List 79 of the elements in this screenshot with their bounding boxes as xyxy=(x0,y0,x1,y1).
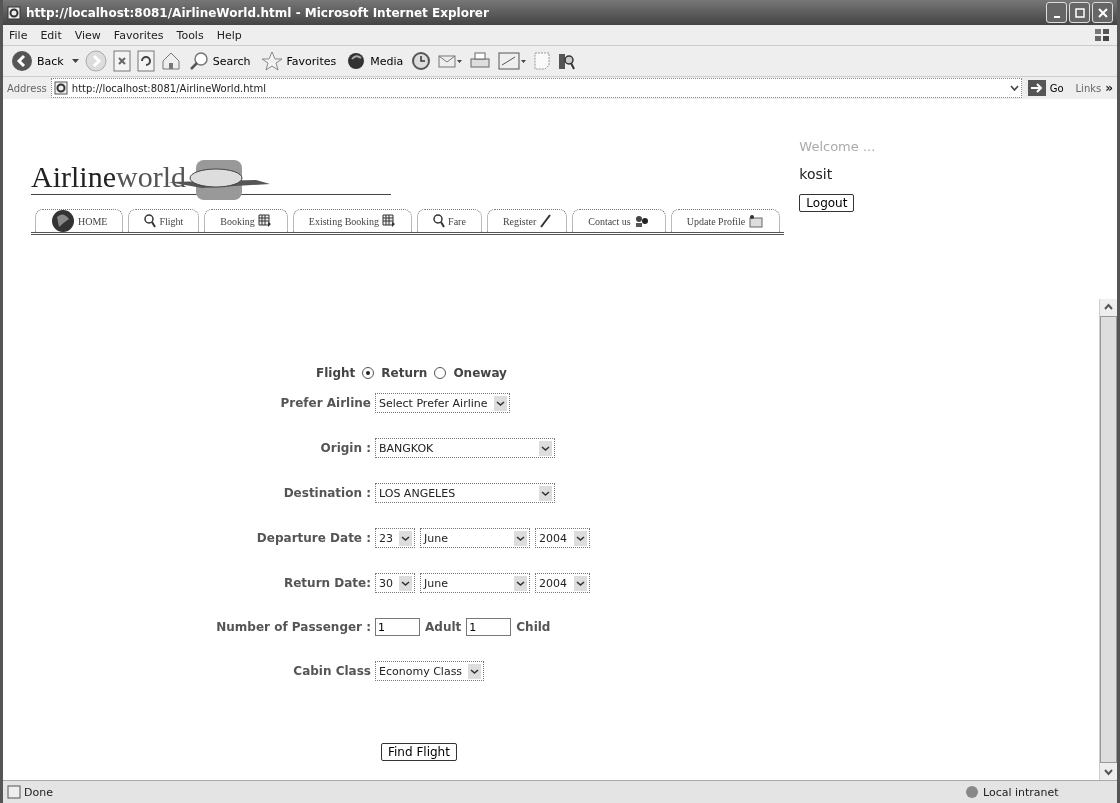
page-icon xyxy=(53,81,68,95)
network-icon xyxy=(964,785,980,799)
go-button[interactable]: Go xyxy=(1025,80,1072,96)
field-label: Return Date: xyxy=(282,576,371,590)
grid-icon xyxy=(382,214,397,228)
search-button[interactable]: Search xyxy=(186,51,253,71)
field-label: Cabin Class xyxy=(292,664,371,678)
globe-icon xyxy=(51,209,75,233)
dropdown[interactable]: BANGKOK xyxy=(375,438,555,458)
arrow-icon xyxy=(1027,80,1046,96)
field-label: Origin : xyxy=(319,441,371,455)
menu-item[interactable]: Tools xyxy=(176,28,204,42)
search-icon xyxy=(188,51,209,71)
field-label: Child xyxy=(516,620,551,634)
menu-item[interactable]: Edit xyxy=(40,28,62,42)
dropdown[interactable]: 30 xyxy=(375,573,415,593)
logout-button[interactable]: Logout xyxy=(799,194,855,212)
edit-icon[interactable] xyxy=(497,51,528,71)
site-logo: Airlineworld xyxy=(31,162,186,194)
history-icon[interactable] xyxy=(411,51,432,71)
caret-icon[interactable] xyxy=(71,59,79,63)
menu-item[interactable]: File xyxy=(9,28,28,42)
dropdown[interactable]: Select Prefer Airline xyxy=(375,393,510,413)
menu-item[interactable]: Help xyxy=(216,28,242,42)
dropdown[interactable]: 2004 xyxy=(535,573,590,593)
zone-text: Local intranet xyxy=(983,785,1060,799)
card-icon xyxy=(748,214,765,228)
printer-icon[interactable] xyxy=(469,51,492,71)
scrollbar[interactable] xyxy=(1099,299,1117,780)
close-button[interactable] xyxy=(1092,2,1113,23)
minimize-button[interactable] xyxy=(1046,2,1067,23)
field-label: Destination : xyxy=(282,486,371,500)
input-field[interactable]: 1 xyxy=(466,618,512,636)
radio-label: Return xyxy=(381,366,428,380)
maximize-icon xyxy=(1074,7,1085,18)
window-title: http://localhost:8081/AirlineWorld.html - Microsoft Internet Explorer xyxy=(26,5,489,20)
links-button[interactable]: Links xyxy=(1075,82,1102,94)
research-icon[interactable] xyxy=(557,51,576,71)
flight-label: Flight xyxy=(316,366,356,380)
field-label: Adult xyxy=(425,620,462,634)
stop-icon[interactable] xyxy=(112,50,131,72)
maximize-button[interactable] xyxy=(1069,2,1090,23)
close-icon xyxy=(1097,7,1108,18)
magnifier-icon xyxy=(144,214,157,228)
windows-flag-icon xyxy=(1093,27,1111,43)
dropdown[interactable]: June xyxy=(420,573,530,593)
find-flight-button[interactable]: Find Flight xyxy=(381,743,457,761)
field-label: Number of Passenger : xyxy=(215,620,371,634)
dropdown[interactable]: 2004 xyxy=(535,528,590,548)
favorites-button[interactable]: Favorites xyxy=(258,51,339,71)
people-icon xyxy=(633,215,650,227)
media-button[interactable]: Media xyxy=(344,51,406,71)
field-label: Departure Date : xyxy=(255,531,371,545)
dropdown[interactable]: 23 xyxy=(375,528,415,548)
dropdown[interactable]: LOS ANGELES xyxy=(375,483,555,503)
menu-item[interactable]: View xyxy=(74,28,101,42)
status-text: Done xyxy=(24,785,53,799)
dropdown[interactable]: Economy Class xyxy=(375,661,485,681)
input-field[interactable]: 1 xyxy=(375,618,420,636)
star-icon xyxy=(260,51,283,71)
grid-icon xyxy=(257,214,272,228)
home-icon[interactable] xyxy=(160,51,181,71)
chevron-button[interactable]: » xyxy=(1105,81,1113,95)
address-field[interactable]: http://localhost:8081/AirlineWorld.html xyxy=(50,78,1022,98)
username-text: kosit xyxy=(799,166,834,182)
refresh-icon[interactable] xyxy=(136,50,155,72)
address-label: Address xyxy=(7,82,47,94)
minimize-icon xyxy=(1053,15,1060,18)
welcome-text: Welcome ... xyxy=(799,139,876,154)
pencil-icon xyxy=(539,214,552,228)
page-icon xyxy=(7,785,21,799)
back-button[interactable]: Back xyxy=(9,50,66,72)
radio-label: Oneway xyxy=(453,366,507,380)
field-label: Prefer Airline xyxy=(279,396,371,410)
dropdown[interactable]: June xyxy=(420,528,530,548)
page-icon xyxy=(7,5,21,20)
magnifier-icon xyxy=(433,214,446,228)
menu-item[interactable]: Favorites xyxy=(113,28,164,42)
media-icon xyxy=(346,51,367,71)
